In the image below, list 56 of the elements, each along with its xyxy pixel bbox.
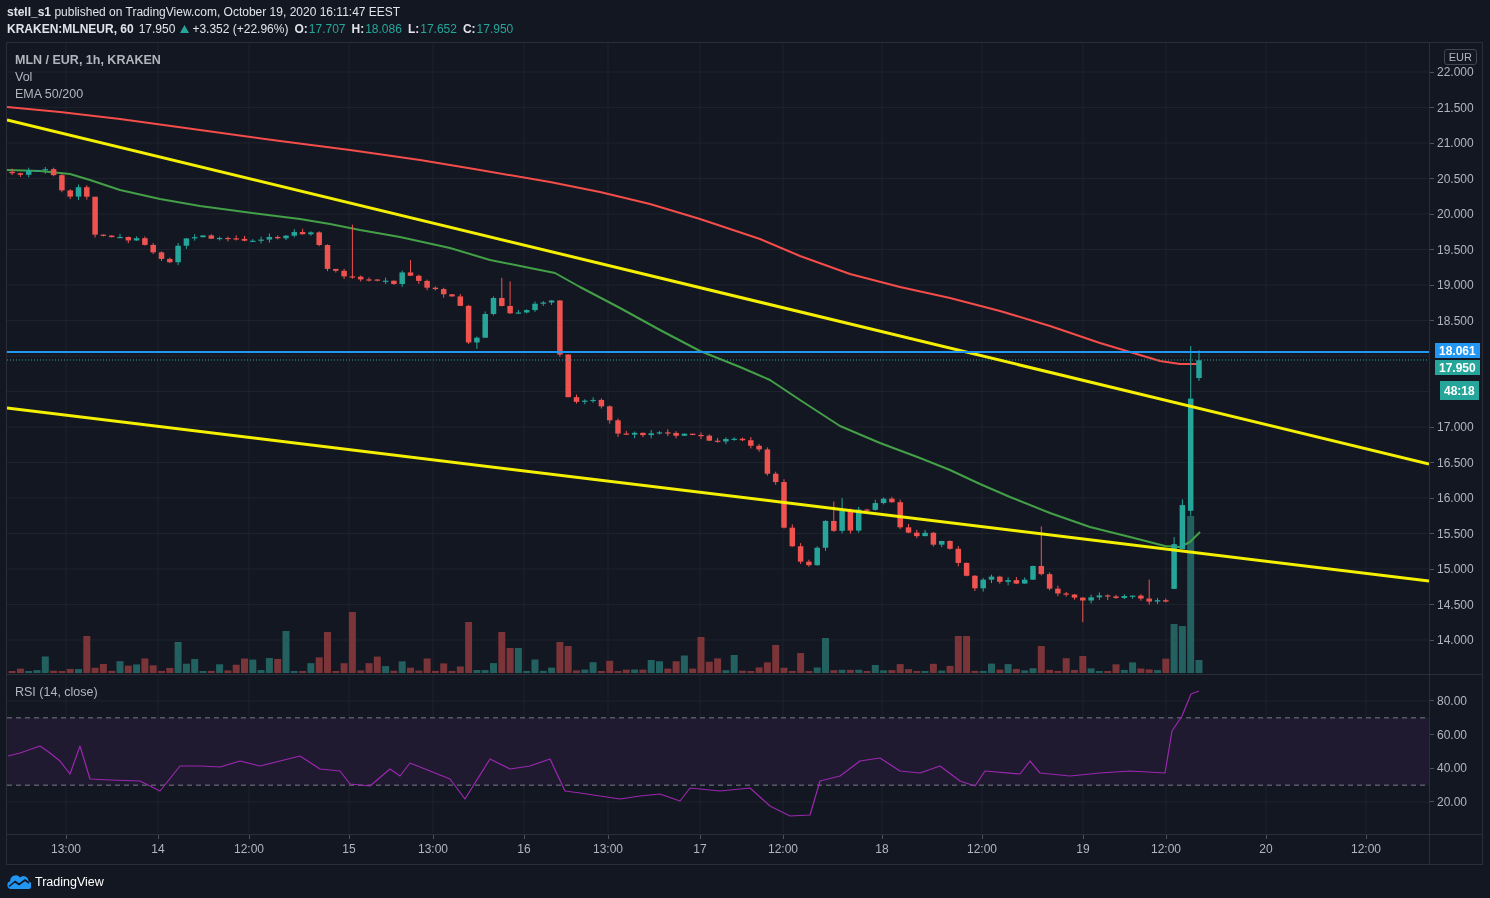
ohlc-label: C:	[462, 21, 476, 36]
price-axis-label: 21.500	[1437, 100, 1474, 115]
time-axis-label: 13:00	[418, 842, 448, 856]
time-axis-label: 16	[517, 842, 531, 856]
time-axis-label: 13:00	[51, 842, 81, 856]
rsi-legend: RSI (14, close)	[15, 684, 98, 701]
time-axis-label: 20	[1259, 842, 1273, 856]
rsi-axis-label: 40.00	[1437, 761, 1468, 776]
price-axis-label: 14.000	[1437, 633, 1474, 647]
ohlc-value: 17.652	[420, 21, 457, 36]
time-axis-label: 12:00	[967, 842, 997, 856]
chart-title: MLN / EUR, 1h, KRAKEN	[15, 52, 161, 69]
brand-name: TradingView	[35, 874, 104, 889]
time-axis-label: 12:00	[1151, 842, 1181, 856]
price-axis-label: 16.000	[1437, 491, 1474, 505]
rsi-axis-label: 80.00	[1437, 694, 1468, 708]
ohlc-label: L:	[407, 21, 420, 36]
price-axis-label: 20.500	[1437, 171, 1474, 186]
bar-countdown-tag: 48:18	[1440, 381, 1479, 400]
currency-button[interactable]: EUR	[1443, 49, 1477, 65]
price-axis-label: 18.500	[1437, 313, 1474, 328]
cloud-logo-icon	[7, 874, 31, 889]
price-axis-label: 14.500	[1437, 597, 1474, 612]
price-change: +3.352 (+22.96%)	[192, 21, 289, 36]
price-axis-label: 19.500	[1437, 242, 1474, 257]
price-axis-label: 17.000	[1437, 420, 1474, 434]
ohlc-value: 17.950	[476, 21, 514, 36]
price-axis-label: 15.500	[1437, 526, 1474, 541]
ohlc-label: O:	[294, 21, 308, 36]
time-axis-label: 19	[1076, 842, 1090, 856]
ohlc-value: 18.086	[365, 21, 402, 36]
price-axis-label: 19.000	[1437, 278, 1474, 292]
price-axis-label: 22.000	[1437, 65, 1474, 79]
ohlc-label: H:	[351, 21, 365, 36]
study-label: Vol	[15, 69, 33, 86]
study-label: EMA 50/200	[15, 86, 84, 103]
publish-info: stell_s1 published on TradingView.com, October 19, 2020 16:11:47 EEST	[7, 4, 401, 19]
price-axis-label: 20.000	[1437, 207, 1474, 221]
time-axis-label: 12:00	[1351, 842, 1381, 856]
rsi-axis-label: 60.00	[1437, 727, 1468, 742]
time-axis-label: 17	[693, 842, 707, 856]
price-axis-label: 15.000	[1437, 562, 1474, 576]
time-axis-label: 18	[875, 842, 889, 856]
time-axis-label: 15	[342, 842, 356, 856]
level-price-tag: 18.061	[1435, 343, 1480, 358]
last-price-tag: 17.950	[1435, 360, 1480, 375]
time-axis-label: 12:00	[768, 842, 798, 856]
price-axis-label: 16.500	[1437, 455, 1474, 470]
price-axis-label: 21.000	[1437, 136, 1474, 150]
time-axis-label: 12:00	[234, 842, 264, 856]
last-price: 17.950	[138, 21, 176, 36]
ohlc-value: 17.707	[308, 21, 346, 36]
time-axis-label: 14	[151, 842, 165, 856]
time-axis-label: 13:00	[593, 842, 623, 856]
rsi-axis-label: 20.00	[1437, 794, 1468, 809]
symbol-label: KRAKEN:MLNEUR, 60	[7, 21, 134, 36]
